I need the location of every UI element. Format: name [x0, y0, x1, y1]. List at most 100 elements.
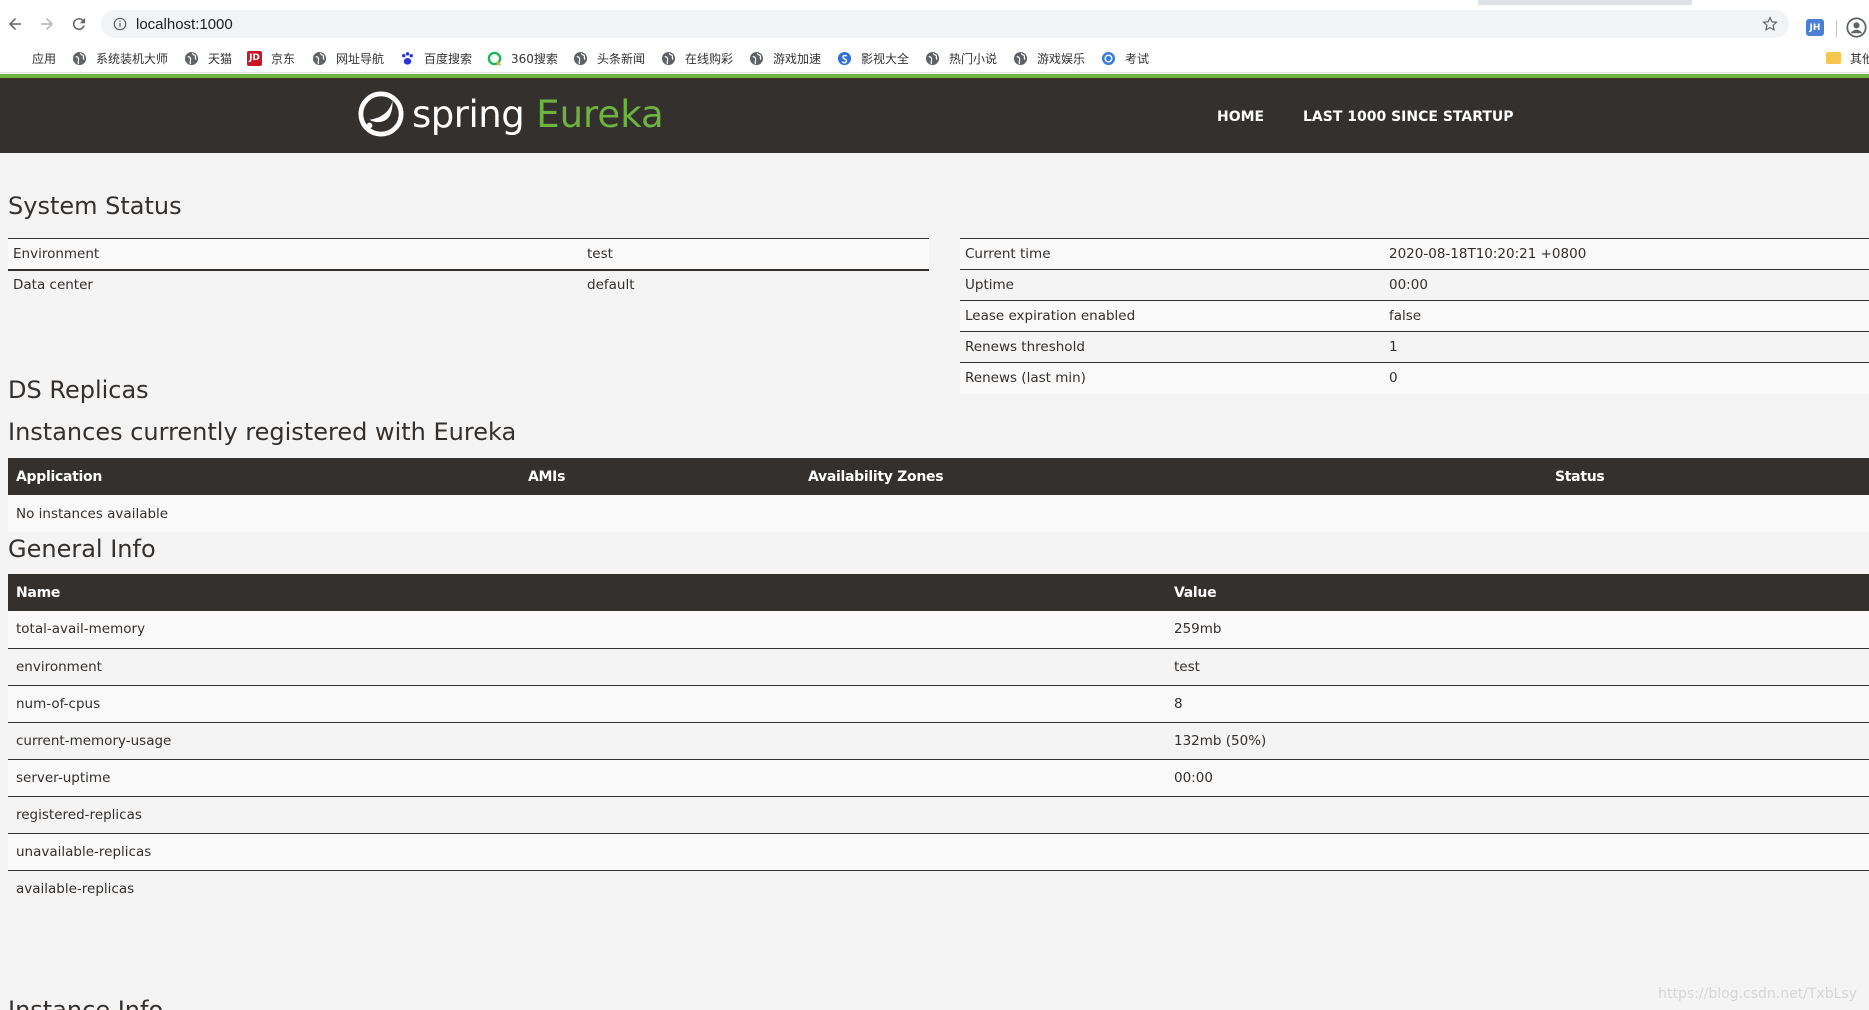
- logo-text-eureka: Eureka: [536, 92, 664, 136]
- table-row: server-uptime 00:00: [8, 759, 1869, 797]
- column-header-amis[interactable]: AMIs: [520, 458, 800, 495]
- info-value: 259mb: [1166, 611, 1869, 649]
- bookmark-apps[interactable]: 应用: [8, 50, 56, 66]
- baidu-paw-icon: [400, 51, 415, 66]
- bookmark-label: 360搜索: [511, 51, 558, 66]
- status-label: Uptime: [960, 269, 1384, 301]
- other-bookmarks[interactable]: 其他: [1826, 50, 1869, 66]
- column-header-availability-zones[interactable]: Availability Zones: [800, 458, 1547, 495]
- bookmark-label: 其他: [1850, 51, 1869, 66]
- reload-icon: [72, 18, 85, 31]
- system-status-right-table: Current time 2020-08-18T10:20:21 +0800 U…: [960, 238, 1869, 394]
- column-header-status[interactable]: Status: [1547, 458, 1869, 495]
- exam-icon: [1101, 51, 1116, 66]
- apps-grid-icon: [8, 51, 23, 66]
- table-row: Renews (last min) 0: [960, 362, 1869, 394]
- bookmark-label: 影视大全: [861, 51, 910, 66]
- status-label: Current time: [960, 238, 1384, 270]
- status-value: 0: [1384, 362, 1869, 394]
- bookmark-label: 头条新闻: [597, 51, 646, 66]
- globe-icon: [184, 51, 199, 66]
- arrow-left-icon: [9, 18, 21, 30]
- bookmark-label: 游戏娱乐: [1037, 51, 1086, 66]
- toolbar-divider: [1836, 20, 1837, 37]
- bookmark-item[interactable]: 游戏娱乐: [1013, 50, 1085, 66]
- info-value: 00:00: [1166, 759, 1869, 797]
- general-info-table: Name Value total-avail-memory 259mb envi…: [8, 574, 1869, 907]
- system-status-heading: System Status: [8, 192, 182, 220]
- bookmarks-bar: 应用 系统装机大师 天猫 JD 京东 网址导航 百度搜索 360搜索 头条新闻 …: [0, 43, 1869, 73]
- table-row: No instances available: [8, 495, 1869, 532]
- column-header-application[interactable]: Application: [8, 458, 520, 495]
- bookmark-item[interactable]: 网址导航: [312, 50, 384, 66]
- column-header-name[interactable]: Name: [8, 574, 1166, 611]
- table-row: total-avail-memory 259mb: [8, 611, 1869, 649]
- jd-icon: JD: [247, 50, 262, 66]
- bookmark-item[interactable]: 头条新闻: [573, 50, 645, 66]
- bookmark-star-icon[interactable]: [1761, 15, 1779, 33]
- info-name: unavailable-replicas: [8, 833, 1166, 871]
- bookmark-label: 百度搜索: [424, 51, 473, 66]
- top-navbar: spring Eureka HOME LAST 1000 SINCE START…: [0, 74, 1869, 153]
- instance-info-heading: Instance Info: [8, 996, 164, 1010]
- bookmark-item[interactable]: JD 京东: [247, 50, 295, 66]
- globe-icon: [661, 51, 676, 66]
- bookmark-label: 在线购彩: [685, 51, 734, 66]
- globe-icon: [925, 51, 940, 66]
- bookmark-label: 热门小说: [949, 51, 998, 66]
- info-name: environment: [8, 648, 1166, 686]
- info-icon[interactable]: [113, 17, 127, 31]
- forward-button[interactable]: [37, 14, 57, 34]
- bookmark-item[interactable]: 热门小说: [925, 50, 997, 66]
- table-row: Renews threshold 1: [960, 331, 1869, 363]
- table-header-row: Name Value: [8, 574, 1869, 611]
- bookmark-label: 游戏加速: [773, 51, 822, 66]
- info-value: test: [1166, 648, 1869, 686]
- nav-home-link[interactable]: HOME: [1217, 109, 1264, 125]
- status-label: Renews threshold: [960, 331, 1384, 363]
- info-value: 8: [1166, 685, 1869, 723]
- spring-eureka-logo[interactable]: spring Eureka: [358, 88, 664, 140]
- profile-avatar-icon[interactable]: [1846, 17, 1867, 38]
- instances-heading: Instances currently registered with Eure…: [8, 418, 517, 446]
- info-name: current-memory-usage: [8, 722, 1166, 760]
- bookmark-item[interactable]: 360搜索: [487, 50, 558, 66]
- reload-button[interactable]: [69, 14, 89, 34]
- eureka-dashboard: spring Eureka HOME LAST 1000 SINCE START…: [0, 74, 1869, 1010]
- table-row: current-memory-usage 132mb (50%): [8, 722, 1869, 760]
- url-text[interactable]: localhost:1000: [136, 16, 233, 33]
- back-button[interactable]: [5, 14, 25, 34]
- info-value: [1166, 833, 1869, 871]
- info-value: 132mb (50%): [1166, 722, 1869, 760]
- bookmark-item[interactable]: 游戏加速: [749, 50, 821, 66]
- browser-toolbar: localhost:1000 JH: [0, 5, 1869, 43]
- address-bar[interactable]: localhost:1000: [101, 10, 1789, 38]
- bookmark-item[interactable]: 影视大全: [837, 50, 909, 66]
- status-value: 1: [1384, 331, 1869, 363]
- bookmark-label: 系统装机大师: [96, 51, 169, 66]
- bookmark-item[interactable]: 考试: [1101, 50, 1149, 66]
- nav-last-1000-link[interactable]: LAST 1000 SINCE STARTUP: [1303, 109, 1514, 125]
- table-row: unavailable-replicas: [8, 833, 1869, 871]
- info-name: registered-replicas: [8, 796, 1166, 834]
- bookmark-item[interactable]: 在线购彩: [661, 50, 733, 66]
- bookmark-label: 京东: [271, 51, 296, 66]
- bookmark-item[interactable]: 天猫: [184, 50, 232, 66]
- sogou-icon: [837, 51, 852, 66]
- column-header-value[interactable]: Value: [1166, 574, 1869, 611]
- globe-icon: [1013, 51, 1028, 66]
- info-name: server-uptime: [8, 759, 1166, 797]
- table-row: Environment test: [8, 238, 929, 270]
- watermark-text: https://blog.csdn.net/TxbLsy: [1658, 986, 1857, 1002]
- arrow-right-icon: [41, 18, 53, 30]
- bookmark-label: 天猫: [208, 51, 233, 66]
- bookmark-item[interactable]: 百度搜索: [400, 50, 472, 66]
- instances-table: Application AMIs Availability Zones Stat…: [8, 458, 1869, 532]
- globe-icon: [312, 51, 327, 66]
- bookmark-item[interactable]: 系统装机大师: [72, 50, 168, 66]
- ds-replicas-heading: DS Replicas: [8, 376, 149, 404]
- jh-extension-icon[interactable]: JH: [1806, 19, 1824, 36]
- status-label: Environment: [8, 238, 582, 270]
- bookmark-label: 考试: [1125, 51, 1150, 66]
- status-value: test: [582, 238, 929, 270]
